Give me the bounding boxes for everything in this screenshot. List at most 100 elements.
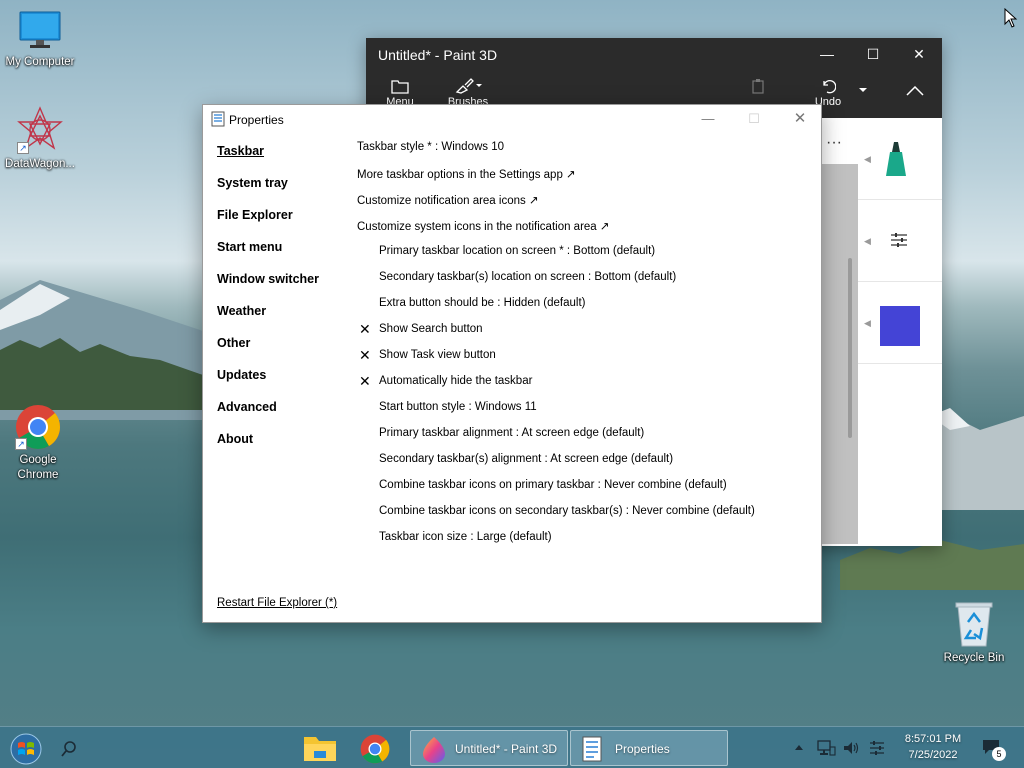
maximize-button[interactable]: ☐ (731, 105, 777, 135)
settings-sliders-icon (870, 741, 884, 755)
minimize-button[interactable]: — (685, 105, 731, 135)
marker-icon (886, 142, 906, 176)
more-options-icon[interactable]: ··· (826, 134, 842, 152)
paint3d-titlebar[interactable]: Untitled* - Paint 3D — ☐ ✕ (366, 38, 942, 70)
desktop-icon-label: DataWagon... (5, 158, 75, 170)
minimize-button[interactable]: — (804, 38, 850, 70)
paste-icon (752, 79, 764, 94)
taskbar-task-paint3d[interactable]: Untitled* - Paint 3D (410, 730, 568, 766)
windows-orb-icon (10, 733, 42, 765)
nav-item-taskbar[interactable]: Taskbar (217, 144, 264, 158)
caret-left-icon: ◀ (864, 154, 871, 164)
link-notification-area-icons[interactable]: Customize notification area icons ↗ (357, 193, 539, 207)
color-swatch[interactable] (880, 306, 920, 346)
option-taskbar-style[interactable]: Taskbar style * : Windows 10 (357, 141, 504, 153)
caret-left-icon: ◀ (864, 318, 871, 328)
nav-item-weather[interactable]: Weather (217, 304, 266, 318)
nav-item-window-switcher[interactable]: Window switcher (217, 272, 319, 286)
more-dropdown-button[interactable] (848, 82, 878, 96)
desktop-icon-label: Google Chrome (17, 454, 59, 481)
option-extra-button[interactable]: Extra button should be : Hidden (default… (379, 297, 586, 309)
link-settings-taskbar-options[interactable]: More taskbar options in the Settings app… (357, 167, 576, 181)
checkmark-x-icon: ✕ (359, 321, 371, 337)
properties-icon (211, 111, 225, 127)
nav-item-system-tray[interactable]: System tray (217, 176, 288, 190)
taskbar-file-explorer[interactable] (302, 729, 342, 767)
folder-icon (304, 737, 336, 761)
option-primary-location[interactable]: Primary taskbar location on screen * : B… (379, 245, 655, 257)
nav-item-other[interactable]: Other (217, 336, 250, 350)
clock-date: 7/25/2022 (908, 749, 958, 761)
canvas-strip (822, 164, 858, 544)
shortcut-arrow-icon: ↗ (17, 142, 29, 154)
option-show-task-view[interactable]: Show Task view button (379, 349, 496, 361)
show-hidden-icons-button[interactable] (794, 727, 808, 768)
start-button[interactable] (8, 729, 44, 767)
nav-item-about[interactable]: About (217, 432, 253, 446)
close-button[interactable]: ✕ (896, 38, 942, 70)
chrome-icon: ↗ (15, 404, 61, 450)
task-label: Properties (615, 742, 670, 756)
network-button[interactable] (816, 727, 838, 768)
option-icon-size[interactable]: Taskbar icon size : Large (default) (379, 531, 552, 543)
taskbar: Untitled* - Paint 3D Properties 8:57:01 … (0, 726, 1024, 768)
menu-button[interactable]: Menu (370, 74, 430, 108)
shortcut-arrow-icon: ↗ (15, 438, 27, 450)
task-label: Untitled* - Paint 3D (455, 742, 558, 756)
forest-scenery (0, 338, 220, 410)
speaker-icon (844, 742, 859, 754)
sliders-icon (891, 233, 907, 247)
window-title: Properties (229, 113, 284, 127)
monitor-icon (18, 10, 62, 52)
clock-time: 8:57:01 PM (904, 733, 962, 745)
collapse-ribbon-button[interactable] (890, 82, 940, 98)
search-icon (61, 741, 76, 757)
option-secondary-alignment[interactable]: Secondary taskbar(s) alignment : At scre… (379, 453, 673, 465)
brush-icon (455, 78, 482, 94)
option-show-search[interactable]: Show Search button (379, 323, 483, 335)
option-secondary-location[interactable]: Secondary taskbar(s) location on screen … (379, 271, 676, 283)
nav-item-advanced[interactable]: Advanced (217, 400, 277, 414)
option-start-button-style[interactable]: Start button style : Windows 11 (379, 401, 537, 413)
desktop-icon-google-chrome[interactable]: ↗ Google Chrome (0, 404, 78, 483)
desktop-icon-recycle-bin[interactable]: Recycle Bin (934, 600, 1014, 666)
desktop-icon-label: Recycle Bin (943, 652, 1005, 664)
chevron-up-icon (906, 86, 924, 96)
taskbar-task-properties[interactable]: Properties (570, 730, 728, 766)
option-primary-alignment[interactable]: Primary taskbar alignment : At screen ed… (379, 427, 644, 439)
properties-window[interactable]: Properties — ☐ ✕ Taskbar System tray Fil… (202, 104, 822, 623)
properties-icon (582, 736, 602, 762)
checkmark-x-icon: ✕ (359, 373, 371, 389)
window-title: Untitled* - Paint 3D (378, 47, 498, 63)
chevron-down-icon (859, 88, 867, 92)
desktop-icon-datawagon[interactable]: ↗ DataWagon... (0, 106, 80, 172)
nav-item-updates[interactable]: Updates (217, 368, 266, 382)
option-combine-secondary[interactable]: Combine taskbar icons on secondary taskb… (379, 505, 755, 517)
chevron-up-icon (795, 745, 803, 750)
scrollbar-thumb[interactable] (848, 258, 852, 438)
option-auto-hide[interactable]: Automatically hide the taskbar (379, 375, 532, 387)
display-settings-button[interactable] (868, 727, 888, 768)
close-button[interactable]: ✕ (777, 105, 823, 135)
paste-button[interactable] (728, 74, 788, 96)
system-clock[interactable]: 8:57:01 PM 7/25/2022 (890, 731, 976, 763)
nav-item-start-menu[interactable]: Start menu (217, 240, 282, 254)
network-icon (817, 740, 836, 756)
option-combine-primary[interactable]: Combine taskbar icons on primary taskbar… (379, 479, 727, 491)
brushes-button[interactable]: Brushes (438, 74, 498, 108)
desktop-icon-my-computer[interactable]: My Computer (0, 10, 80, 70)
taskbar-chrome[interactable] (360, 729, 400, 767)
undo-icon (823, 80, 836, 94)
search-button[interactable] (60, 729, 86, 767)
recycle-bin-icon (954, 600, 994, 648)
desktop-icon-label: My Computer (5, 56, 75, 68)
checkmark-x-icon: ✕ (359, 347, 371, 363)
volume-button[interactable] (842, 727, 862, 768)
restart-explorer-link[interactable]: Restart File Explorer (*) (217, 597, 337, 609)
mouse-cursor-icon (1004, 8, 1018, 28)
properties-titlebar[interactable]: Properties — ☐ ✕ (203, 105, 821, 135)
maximize-button[interactable]: ☐ (850, 38, 896, 70)
link-system-icons[interactable]: Customize system icons in the notificati… (357, 219, 610, 233)
nav-item-file-explorer[interactable]: File Explorer (217, 208, 293, 222)
notification-count-badge: 5 (992, 747, 1006, 761)
